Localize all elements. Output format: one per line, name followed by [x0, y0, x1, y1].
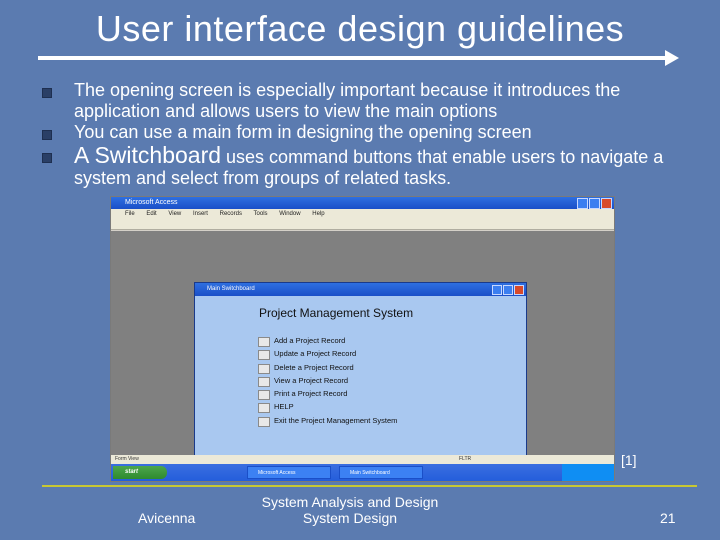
switchboard-heading: Project Management System	[259, 306, 414, 320]
menu-insert[interactable]: Insert	[193, 211, 208, 217]
switchboard-item-label: Exit the Project Management System	[274, 415, 398, 425]
maximize-icon[interactable]	[589, 198, 600, 209]
slide-title: User interface design guidelines	[95, 8, 625, 49]
menu-edit[interactable]: Edit	[146, 211, 156, 217]
maximize-icon[interactable]	[503, 285, 513, 295]
close-icon[interactable]	[601, 198, 612, 209]
command-button[interactable]	[258, 376, 270, 387]
access-titlebar: Microsoft Access	[111, 197, 614, 209]
minimize-icon[interactable]	[492, 285, 502, 295]
menu-records[interactable]: Records	[220, 211, 242, 217]
square-bullet-icon	[42, 153, 52, 163]
switchboard-item-label: Delete a Project Record	[274, 362, 354, 372]
bullet-text: You can use a main form in designing the…	[74, 122, 532, 142]
footer-course: System Analysis and Design System Design	[240, 494, 460, 526]
windows-taskbar: start Microsoft Access Main Switchboard	[111, 464, 614, 481]
arrow-head-icon	[665, 50, 679, 66]
command-button[interactable]	[258, 363, 270, 374]
taskbar-item-access[interactable]: Microsoft Access	[247, 466, 331, 479]
square-bullet-icon	[42, 130, 52, 140]
footer-course-line2: System Design	[302, 510, 398, 526]
access-toolbar	[111, 219, 614, 230]
switchboard-title: Main Switchboard	[207, 286, 255, 292]
command-button[interactable]	[258, 390, 270, 401]
taskbar-item-switchboard[interactable]: Main Switchboard	[339, 466, 423, 479]
bullet-text: The opening screen is especially importa…	[74, 80, 621, 121]
menu-window[interactable]: Window	[279, 211, 300, 217]
minimize-icon[interactable]	[577, 198, 588, 209]
footer-author: Avicenna	[138, 510, 196, 526]
menu-help[interactable]: Help	[312, 211, 324, 217]
footer-course-line1: System Analysis and Design	[261, 494, 439, 510]
switchboard-titlebar: Main Switchboard	[195, 283, 526, 296]
menu-view[interactable]: View	[168, 211, 181, 217]
system-tray	[562, 464, 614, 481]
switchboard-item-label: Update a Project Record	[274, 349, 357, 359]
switchboard-item-label: Print a Project Record	[274, 389, 348, 399]
square-bullet-icon	[42, 88, 52, 98]
command-button[interactable]	[258, 416, 270, 427]
reference-marker: [1]	[621, 452, 637, 468]
status-form-view: Form View	[115, 456, 139, 462]
command-button[interactable]	[258, 337, 270, 347]
access-workspace: Main Switchboard Project Management Syst…	[111, 231, 614, 468]
access-statusbar: Form View FLTR	[111, 455, 614, 464]
start-button[interactable]: start	[113, 466, 167, 479]
bullet-item: A Switchboard uses command buttons that …	[42, 142, 692, 189]
switchboard-item-label: Add a Project Record	[274, 336, 346, 345]
command-button[interactable]	[258, 350, 270, 361]
switchboard-item-label: HELP	[274, 402, 294, 412]
access-screenshot: Microsoft Access File Edit View Insert R…	[110, 196, 615, 482]
title-underline-arrow	[38, 56, 668, 60]
command-button[interactable]	[258, 403, 270, 414]
bullet-list: The opening screen is especially importa…	[42, 80, 692, 189]
access-menubar: File Edit View Insert Records Tools Wind…	[111, 209, 614, 219]
bullet-item: You can use a main form in designing the…	[42, 122, 692, 143]
switchboard-window: Main Switchboard Project Management Syst…	[194, 282, 527, 468]
close-icon[interactable]	[514, 285, 524, 295]
status-filter: FLTR	[459, 456, 472, 462]
page-number: 21	[660, 510, 676, 526]
bullet-lead-text: A Switchboard	[74, 142, 222, 168]
menu-tools[interactable]: Tools	[254, 211, 268, 217]
footer-divider	[42, 485, 697, 487]
bullet-item: The opening screen is especially importa…	[42, 80, 692, 122]
access-title: Microsoft Access	[125, 199, 178, 206]
switchboard-item-label: View a Project Record	[274, 375, 349, 385]
menu-file[interactable]: File	[125, 211, 135, 217]
